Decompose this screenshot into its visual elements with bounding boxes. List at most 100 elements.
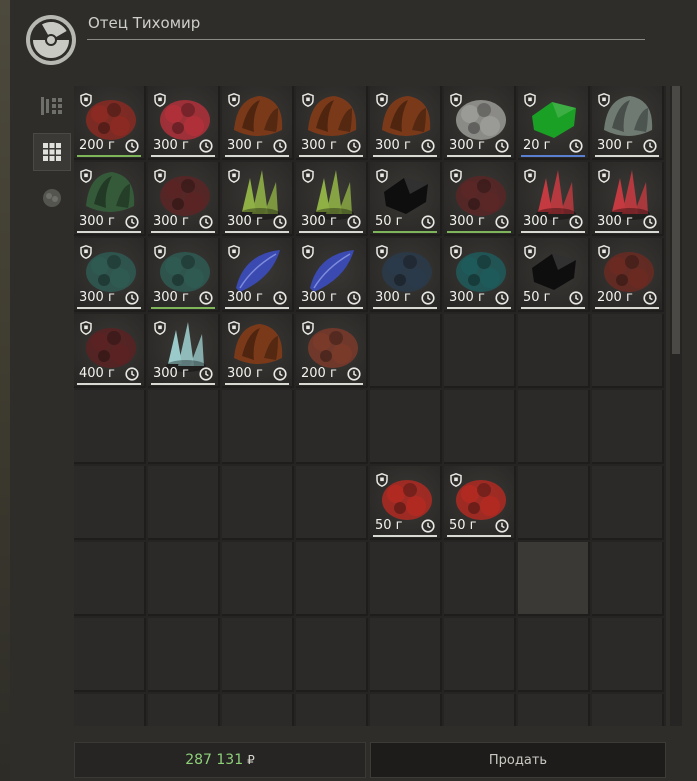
item-slot[interactable]: 300 г	[518, 162, 590, 236]
empty-slot[interactable]	[148, 542, 220, 616]
artifact-item[interactable]: 50 г	[518, 238, 588, 310]
artifact-item[interactable]: 300 г	[444, 86, 514, 158]
scrollbar-thumb[interactable]	[672, 86, 680, 354]
tab-sort[interactable]	[33, 87, 71, 125]
empty-slot[interactable]	[370, 314, 442, 388]
artifact-item[interactable]: 200 г	[74, 86, 144, 158]
artifact-item[interactable]: 300 г	[296, 238, 366, 310]
item-slot[interactable]: 300 г	[222, 86, 294, 160]
empty-slot[interactable]	[518, 390, 590, 464]
empty-slot[interactable]	[518, 314, 590, 388]
item-slot[interactable]: 300 г	[148, 86, 220, 160]
empty-slot[interactable]	[370, 542, 442, 616]
artifact-item[interactable]: 300 г	[444, 162, 514, 234]
empty-slot[interactable]	[222, 390, 294, 464]
item-slot[interactable]: 50 г	[444, 466, 516, 540]
item-slot[interactable]: 300 г	[296, 86, 368, 160]
item-slot[interactable]: 300 г	[222, 162, 294, 236]
item-slot[interactable]: 300 г	[444, 238, 516, 312]
empty-slot[interactable]	[592, 694, 664, 726]
item-slot[interactable]: 400 г	[74, 314, 146, 388]
empty-slot[interactable]	[592, 618, 664, 692]
empty-slot[interactable]	[444, 542, 516, 616]
empty-slot[interactable]	[592, 542, 664, 616]
empty-slot[interactable]	[370, 618, 442, 692]
item-slot[interactable]: 300 г	[370, 238, 442, 312]
empty-slot[interactable]	[296, 542, 368, 616]
empty-slot[interactable]	[148, 390, 220, 464]
artifact-item[interactable]: 50 г	[370, 162, 440, 234]
empty-slot[interactable]	[222, 542, 294, 616]
empty-slot[interactable]	[444, 618, 516, 692]
artifact-item[interactable]: 300 г	[296, 86, 366, 158]
item-slot[interactable]: 50 г	[370, 466, 442, 540]
artifact-item[interactable]: 50 г	[370, 466, 440, 538]
empty-slot[interactable]	[296, 390, 368, 464]
item-slot[interactable]: 20 г	[518, 86, 590, 160]
empty-slot[interactable]	[518, 618, 590, 692]
artifact-item[interactable]: 300 г	[148, 86, 218, 158]
artifact-item[interactable]: 300 г	[148, 314, 218, 386]
artifact-item[interactable]: 300 г	[74, 162, 144, 234]
empty-slot[interactable]	[222, 466, 294, 540]
artifact-item[interactable]: 300 г	[148, 238, 218, 310]
artifact-item[interactable]: 300 г	[222, 162, 292, 234]
item-slot[interactable]: 300 г	[74, 162, 146, 236]
item-slot[interactable]: 300 г	[148, 314, 220, 388]
empty-slot[interactable]	[592, 314, 664, 388]
item-slot[interactable]: 50 г	[518, 238, 590, 312]
item-slot[interactable]: 300 г	[592, 86, 664, 160]
item-slot[interactable]: 300 г	[444, 162, 516, 236]
artifact-item[interactable]: 300 г	[518, 162, 588, 234]
empty-slot[interactable]	[74, 390, 146, 464]
empty-slot[interactable]	[222, 618, 294, 692]
artifact-item[interactable]: 300 г	[370, 86, 440, 158]
artifact-item[interactable]: 20 г	[518, 86, 588, 158]
empty-slot[interactable]	[74, 694, 146, 726]
scrollbar[interactable]	[670, 86, 682, 726]
item-slot[interactable]: 200 г	[74, 86, 146, 160]
item-slot[interactable]: 300 г	[222, 238, 294, 312]
artifact-item[interactable]: 200 г	[296, 314, 366, 386]
artifact-item[interactable]: 300 г	[444, 238, 514, 310]
empty-slot[interactable]	[296, 618, 368, 692]
item-slot[interactable]: 200 г	[592, 238, 664, 312]
artifact-item[interactable]: 200 г	[592, 238, 662, 310]
empty-slot[interactable]	[74, 542, 146, 616]
empty-slot[interactable]	[518, 694, 590, 726]
item-slot[interactable]: 50 г	[370, 162, 442, 236]
artifact-item[interactable]: 300 г	[222, 86, 292, 158]
empty-slot[interactable]	[518, 466, 590, 540]
item-slot[interactable]: 300 г	[222, 314, 294, 388]
item-slot[interactable]: 300 г	[444, 86, 516, 160]
empty-slot[interactable]	[592, 466, 664, 540]
empty-slot[interactable]	[592, 390, 664, 464]
artifact-item[interactable]: 300 г	[222, 314, 292, 386]
item-slot[interactable]: 300 г	[148, 238, 220, 312]
empty-slot[interactable]	[444, 314, 516, 388]
artifact-item[interactable]: 300 г	[592, 162, 662, 234]
sell-button[interactable]: Продать	[370, 742, 666, 778]
artifact-item[interactable]: 300 г	[148, 162, 218, 234]
empty-slot[interactable]	[444, 694, 516, 726]
item-slot[interactable]: 300 г	[592, 162, 664, 236]
artifact-item[interactable]: 300 г	[222, 238, 292, 310]
empty-slot[interactable]	[222, 694, 294, 726]
item-slot[interactable]: 300 г	[148, 162, 220, 236]
empty-slot[interactable]	[518, 542, 590, 616]
tab-grid[interactable]	[33, 133, 71, 171]
empty-slot[interactable]	[370, 390, 442, 464]
empty-slot[interactable]	[370, 694, 442, 726]
artifact-item[interactable]: 400 г	[74, 314, 144, 386]
empty-slot[interactable]	[74, 618, 146, 692]
artifact-item[interactable]: 50 г	[444, 466, 514, 538]
empty-slot[interactable]	[148, 694, 220, 726]
artifact-item[interactable]: 300 г	[74, 238, 144, 310]
empty-slot[interactable]	[148, 466, 220, 540]
tab-artifacts[interactable]	[33, 179, 71, 217]
empty-slot[interactable]	[74, 466, 146, 540]
item-slot[interactable]: 300 г	[74, 238, 146, 312]
item-slot[interactable]: 300 г	[370, 86, 442, 160]
artifact-item[interactable]: 300 г	[370, 238, 440, 310]
artifact-item[interactable]: 300 г	[296, 162, 366, 234]
